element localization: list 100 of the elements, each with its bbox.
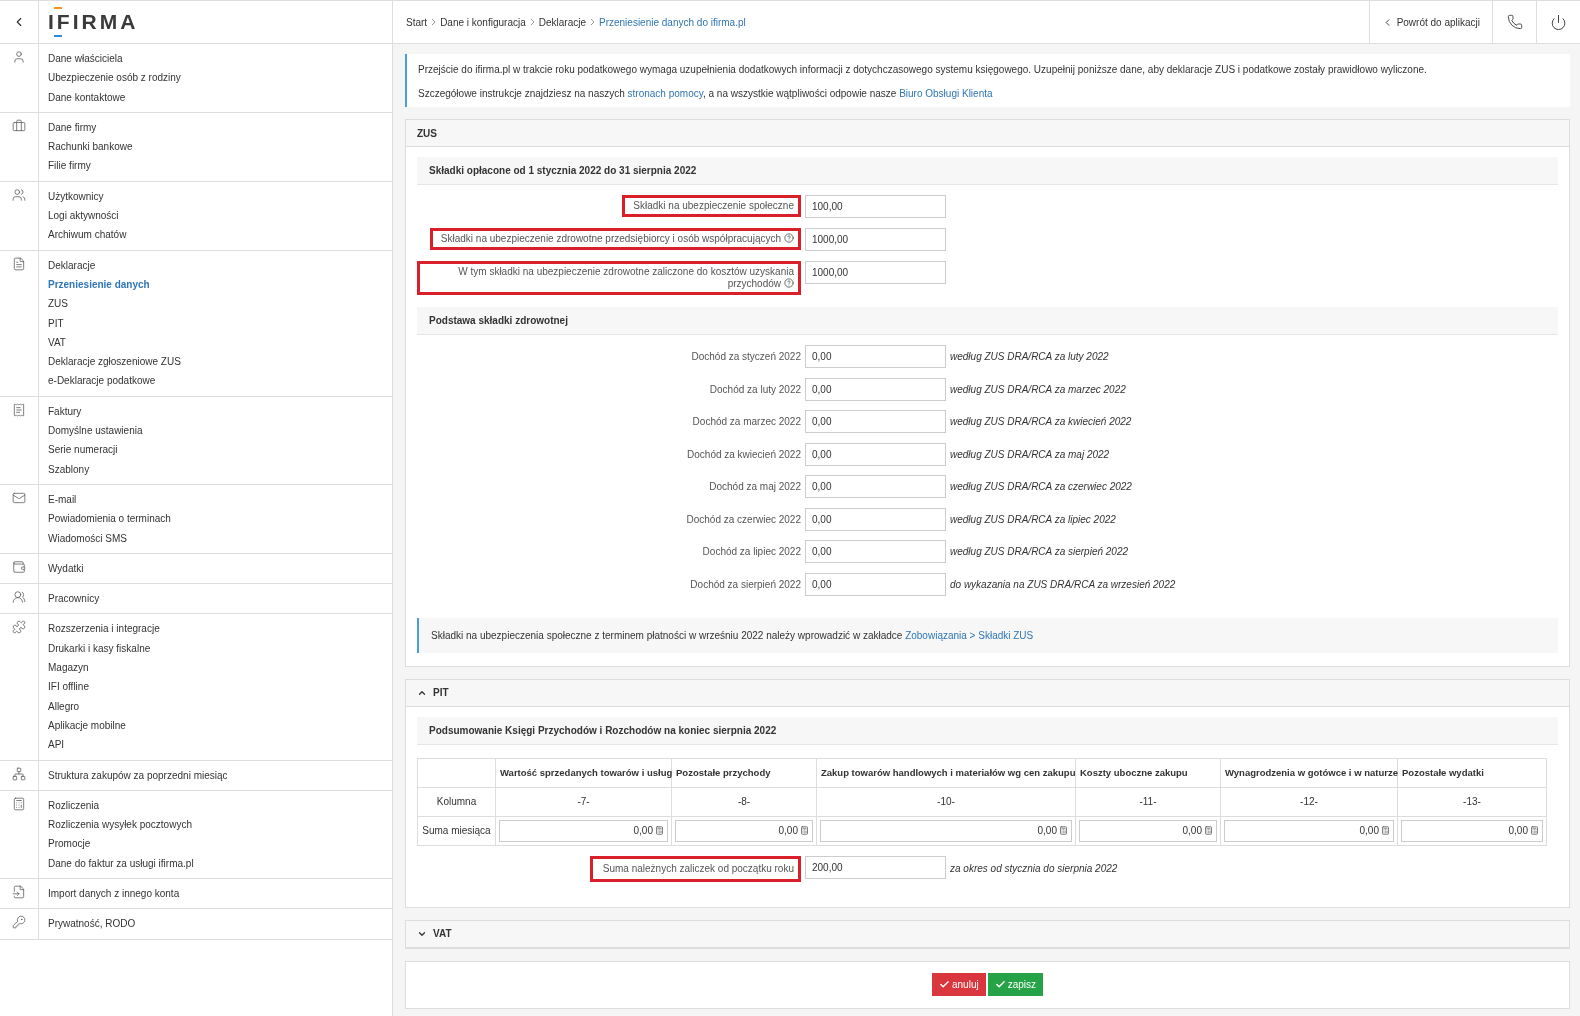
sidebar-item[interactable]: Rozliczenia wysyłek pocztowych — [48, 815, 194, 835]
field-label: Dochód za marzec 2022 — [692, 416, 801, 427]
input-field[interactable]: 1000,00 — [805, 261, 946, 284]
help-link[interactable]: Zobowiązania > Składki ZUS — [905, 629, 1034, 641]
sidebar-item[interactable]: Archiwum chatów — [48, 225, 127, 245]
sidebar-item[interactable]: Powiadomienia o terminach — [48, 509, 171, 529]
section-title: Składki opłacone od 1 stycznia 2022 do 31 sierpnia 2022 — [417, 157, 1558, 185]
sidebar-item[interactable]: Dane do faktur za usługi ifirma.pl — [48, 853, 194, 873]
users-icon — [12, 187, 26, 202]
panel-header[interactable]: PIT — [406, 679, 1569, 707]
sidebar-item[interactable]: API — [48, 735, 160, 755]
sidebar-item[interactable]: Wiadomości SMS — [48, 528, 171, 548]
field-note: według ZUS DRA/RCA za lipiec 2022 — [950, 513, 1117, 525]
input-field[interactable]: 0,00 — [805, 442, 946, 466]
cancel-button[interactable]: anuluj — [931, 973, 986, 996]
sidebar-item[interactable]: E-mail — [48, 489, 171, 510]
sidebar-item[interactable]: Deklaracje zgłoszeniowe ZUS — [48, 352, 181, 372]
column-header: Wartość sprzedanych towarów i usług — [495, 758, 672, 787]
sidebar-item[interactable]: Domyślne ustawienia — [48, 421, 143, 441]
breadcrumb-link[interactable]: Przeniesienie danych do ifirma.pl — [599, 16, 746, 28]
sidebar-item[interactable]: Aplikacje mobilne — [48, 715, 160, 736]
sidebar-item[interactable]: Wydatki — [48, 558, 84, 579]
help-icon[interactable] — [784, 233, 794, 243]
help-link[interactable]: stronach pomocy — [627, 88, 703, 99]
sidebar-item[interactable]: IFI offline — [48, 677, 160, 697]
input-field[interactable]: 0,00 — [805, 377, 946, 401]
sidebar-item[interactable]: Logi aktywności — [48, 206, 127, 226]
sidebar-item[interactable]: ZUS — [48, 294, 181, 314]
calculator-icon[interactable] — [1204, 825, 1213, 835]
calculator-icon[interactable] — [1059, 825, 1068, 835]
sidebar-item[interactable]: Użytkownicy — [48, 186, 127, 207]
table-cell: -12- — [1220, 787, 1398, 816]
sidebar-item[interactable]: Serie numeracji — [48, 440, 143, 460]
help-icon[interactable] — [784, 278, 794, 288]
sidebar-item[interactable]: Filie firmy — [48, 156, 133, 176]
sidebar-item[interactable]: Rozliczenia — [48, 795, 194, 816]
import-icon — [12, 885, 26, 899]
input-field[interactable]: 0,00 — [805, 540, 946, 563]
calculator-icon[interactable] — [655, 825, 664, 835]
calculator-icon[interactable] — [1381, 825, 1390, 835]
sidebar-item[interactable]: Promocje — [48, 834, 194, 854]
field-note: według ZUS DRA/RCA za kwiecień 2022 — [950, 416, 1133, 427]
sidebar-item[interactable]: Struktura zakupów za poprzedni miesiąc — [48, 765, 228, 785]
sidebar-item[interactable]: Magazyn — [48, 658, 160, 678]
input-field[interactable]: 0,00 — [820, 819, 1072, 842]
sidebar-item[interactable]: Faktury — [48, 401, 143, 422]
sidebar-item[interactable]: Drukarki i kasy fiskalne — [48, 638, 160, 658]
breadcrumb-link[interactable]: Deklaracje — [538, 16, 586, 28]
field-label: Dochód za czerwiec 2022 — [686, 513, 801, 525]
sidebar-item[interactable]: Szablony — [48, 459, 143, 479]
input-field[interactable]: 0,00 — [805, 572, 946, 596]
calculator-icon[interactable] — [800, 825, 809, 835]
input-field[interactable]: 100,00 — [805, 195, 946, 218]
input-field[interactable]: 0,00 — [805, 475, 946, 498]
sidebar-item[interactable]: Import danych z innego konta — [48, 884, 180, 904]
input-field[interactable]: 0,00 — [1079, 819, 1217, 842]
sidebar-item[interactable]: Prywatność, RODO — [48, 914, 136, 934]
input-field[interactable]: 200,00 — [805, 855, 946, 879]
field-label: Składki na ubezpieczenie społeczne — [622, 195, 801, 217]
panel-title: ZUS — [417, 127, 437, 139]
document-icon — [12, 256, 26, 271]
sidebar-item[interactable]: Deklaracje — [48, 255, 181, 275]
sidebar-item[interactable]: PIT — [48, 313, 181, 333]
sidebar-item[interactable]: VAT — [48, 332, 181, 353]
calculator-icon[interactable] — [1530, 825, 1539, 835]
breadcrumb-link[interactable]: Dane i konfiguracja — [440, 16, 526, 28]
input-field[interactable]: 1000,00 — [805, 228, 946, 251]
sidebar-item[interactable]: e-Deklaracje podatkowe — [48, 371, 181, 391]
sidebar-item[interactable]: Rozszerzenia i integracje — [48, 619, 160, 639]
row-label: Suma miesiąca — [417, 816, 496, 845]
field-label: Składki na ubezpieczenie zdrowotne przedsiębiorcy i osób współpracujących — [429, 228, 801, 250]
field-note: do wykazania na ZUS DRA/RCA za wrzesień 2022 — [950, 578, 1177, 590]
calculator-icon — [12, 796, 26, 811]
input-field[interactable]: 0,00 — [1224, 819, 1394, 842]
help-link[interactable]: Biuro Obsługi Klienta — [899, 88, 993, 99]
field-note: za okres od stycznia do sierpnia 2022 — [950, 863, 1119, 874]
input-field[interactable]: 0,00 — [675, 819, 813, 842]
sidebar-item[interactable]: Dane firmy — [48, 117, 133, 138]
panel-header[interactable]: VAT — [406, 920, 1569, 948]
section-title: Podsumowanie Księgi Przychodów i Rozchodów na koniec sierpnia 2022 — [417, 716, 1558, 745]
input-field[interactable]: 0,00 — [805, 507, 946, 531]
sidebar-item[interactable]: Ubezpieczenie osób z rodziny — [48, 68, 181, 88]
sidebar-item[interactable]: Dane właściciela — [48, 49, 181, 69]
chevron-icon — [431, 18, 437, 26]
field-label: Dochód za sierpień 2022 — [690, 578, 801, 590]
row-label: Kolumna — [417, 787, 496, 816]
sidebar-item[interactable]: Pracownicy — [48, 589, 100, 609]
field-note: według ZUS DRA/RCA za sierpień 2022 — [950, 546, 1130, 557]
input-field[interactable]: 0,00 — [805, 345, 946, 368]
sidebar-item[interactable]: Rachunki bankowe — [48, 137, 133, 157]
receipt-icon — [12, 402, 26, 417]
sidebar-item[interactable]: Allegro — [48, 696, 160, 716]
sidebar-item[interactable]: Dane kontaktowe — [48, 87, 181, 107]
breadcrumb-link[interactable]: Start — [406, 16, 428, 28]
input-field[interactable]: 0,00 — [499, 819, 668, 842]
input-field[interactable]: 0,00 — [1401, 819, 1543, 842]
field-label: Dochód za lipiec 2022 — [702, 546, 801, 557]
sidebar-item[interactable]: Przeniesienie danych — [48, 274, 181, 295]
input-field[interactable]: 0,00 — [805, 410, 946, 433]
notice-text: Składki na ubezpieczenia społeczne z terminem płatności w wrześniu 2022 należy wprowadzić w zakładce Zobowiązania > Składki ZUS — [431, 628, 1035, 643]
